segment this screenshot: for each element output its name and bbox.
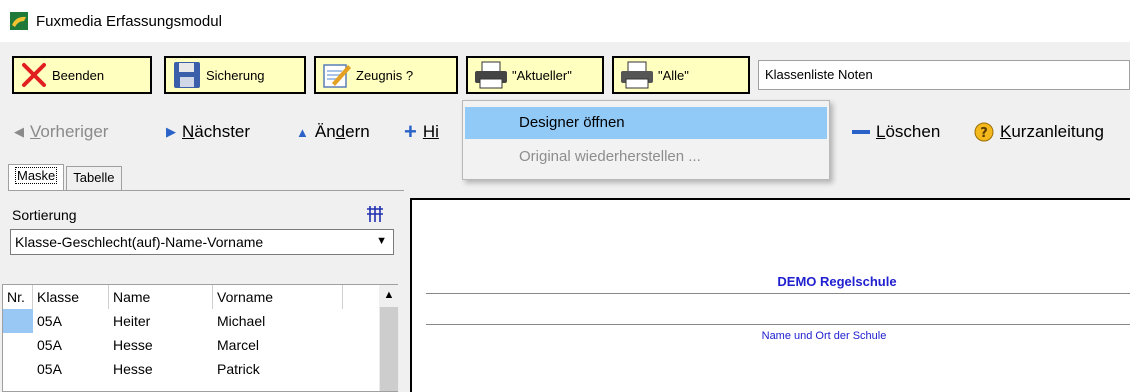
print-current-label: "Aktueller" bbox=[512, 67, 572, 83]
cell-klasse: 05A bbox=[37, 313, 62, 329]
sicherung-label: Sicherung bbox=[206, 67, 265, 83]
previous-label: Vorheriger bbox=[30, 122, 109, 141]
table-header: Nr. Klasse Name Vorname bbox=[3, 285, 379, 309]
cell-klasse: 05A bbox=[37, 337, 62, 353]
cell-vorname: Marcel bbox=[217, 337, 260, 353]
school-subtitle: Name und Ort der Schule bbox=[761, 330, 887, 342]
help-button[interactable]: ? Kurzanleitung bbox=[974, 122, 1104, 142]
print-context-menu: Designer öffnen Original wiederherstelle… bbox=[462, 100, 830, 180]
insert-label: Hi bbox=[422, 122, 439, 141]
column-header[interactable]: Nr. bbox=[3, 285, 33, 309]
sicherung-button[interactable]: Sicherung bbox=[164, 56, 306, 94]
sort-order-select[interactable]: Klasse-Geschlecht(auf)-Name-Vorname ▼ bbox=[10, 229, 394, 255]
title-bar: Fuxmedia Erfassungsmodul bbox=[0, 0, 1130, 42]
main-toolbar: Beenden Sicherung Zeugnis ? "Aktueller" bbox=[0, 42, 1130, 104]
divider bbox=[426, 324, 1130, 325]
cell-klasse: 05A bbox=[37, 361, 62, 377]
report-select[interactable]: Klassenliste Noten bbox=[758, 60, 1130, 90]
print-current-button[interactable]: "Aktueller" bbox=[466, 56, 604, 94]
zeugnis-label: Zeugnis ? bbox=[356, 67, 414, 83]
printer-icon bbox=[475, 61, 507, 89]
cell-name: Hesse bbox=[113, 361, 153, 377]
menu-item-restore-original[interactable]: Original wiederherstellen ... bbox=[465, 141, 827, 173]
report-preview: DEMO Regelschule Name und Ort der Schule bbox=[410, 198, 1130, 392]
tab-tabelle[interactable]: Tabelle bbox=[66, 166, 122, 190]
student-table: Nr. Klasse Name Vorname 05A Heiter Micha… bbox=[2, 284, 399, 392]
document-edit-icon bbox=[323, 64, 351, 88]
printer-icon bbox=[621, 61, 653, 89]
close-icon bbox=[22, 63, 46, 87]
table-row[interactable]: 05A Hesse Marcel bbox=[3, 333, 379, 357]
minus-icon bbox=[852, 130, 870, 134]
print-all-button[interactable]: "Alle" bbox=[612, 56, 750, 94]
window-title: Fuxmedia Erfassungsmodul bbox=[36, 12, 222, 30]
save-icon bbox=[174, 62, 200, 88]
edit-label: Ändern bbox=[314, 122, 370, 141]
table-row[interactable]: 05A Heiter Michael bbox=[3, 309, 379, 333]
beenden-label: Beenden bbox=[52, 67, 105, 83]
triangle-left-icon: ◀ bbox=[14, 124, 24, 139]
app-icon bbox=[10, 12, 28, 30]
chevron-up-icon[interactable]: ▲ bbox=[379, 285, 399, 307]
scroll-thumb[interactable] bbox=[380, 307, 398, 391]
help-label: Kurzanleitung bbox=[1000, 122, 1104, 141]
delete-label: Löschen bbox=[876, 122, 941, 141]
next-button[interactable]: ▶ Nächster bbox=[166, 122, 250, 142]
next-label: Nächster bbox=[182, 122, 251, 141]
row-indicator bbox=[3, 333, 33, 357]
cell-name: Heiter bbox=[113, 313, 151, 329]
grid-columns-icon[interactable] bbox=[366, 205, 384, 223]
zeugnis-button[interactable]: Zeugnis ? bbox=[314, 56, 458, 94]
sort-order-value: Klasse-Geschlecht(auf)-Name-Vorname bbox=[15, 234, 264, 250]
column-header[interactable]: Vorname bbox=[213, 285, 343, 309]
plus-icon: + bbox=[404, 119, 417, 144]
cell-name: Hesse bbox=[113, 337, 153, 353]
sort-label: Sortierung bbox=[12, 207, 77, 223]
column-header[interactable]: Klasse bbox=[33, 285, 109, 309]
divider bbox=[426, 293, 1130, 294]
table-row[interactable]: 05A Hesse Patrick bbox=[3, 357, 379, 381]
print-all-label: "Alle" bbox=[658, 67, 689, 83]
beenden-button[interactable]: Beenden bbox=[12, 56, 152, 94]
delete-button[interactable]: Löschen bbox=[852, 122, 940, 142]
cell-vorname: Patrick bbox=[217, 361, 260, 377]
view-tabs: Maske Tabelle bbox=[8, 164, 122, 190]
chevron-down-icon: ▼ bbox=[376, 235, 387, 247]
column-header[interactable]: Name bbox=[109, 285, 213, 309]
svg-text:?: ? bbox=[980, 126, 988, 141]
previous-button[interactable]: ◀ Vorheriger bbox=[14, 122, 108, 142]
row-indicator bbox=[3, 309, 33, 333]
school-name: DEMO Regelschule bbox=[777, 274, 897, 289]
menu-item-designer-open[interactable]: Designer öffnen bbox=[465, 107, 827, 139]
tab-maske[interactable]: Maske bbox=[8, 164, 65, 190]
triangle-right-icon: ▶ bbox=[166, 124, 176, 139]
help-icon: ? bbox=[974, 122, 994, 142]
table-scrollbar[interactable]: ▲ bbox=[379, 285, 399, 391]
insert-button[interactable]: + Hi bbox=[404, 119, 439, 144]
cell-vorname: Michael bbox=[217, 313, 266, 329]
edit-button[interactable]: ▲ Ändern bbox=[296, 122, 370, 142]
triangle-up-icon: ▲ bbox=[296, 124, 309, 140]
row-indicator bbox=[3, 357, 33, 381]
